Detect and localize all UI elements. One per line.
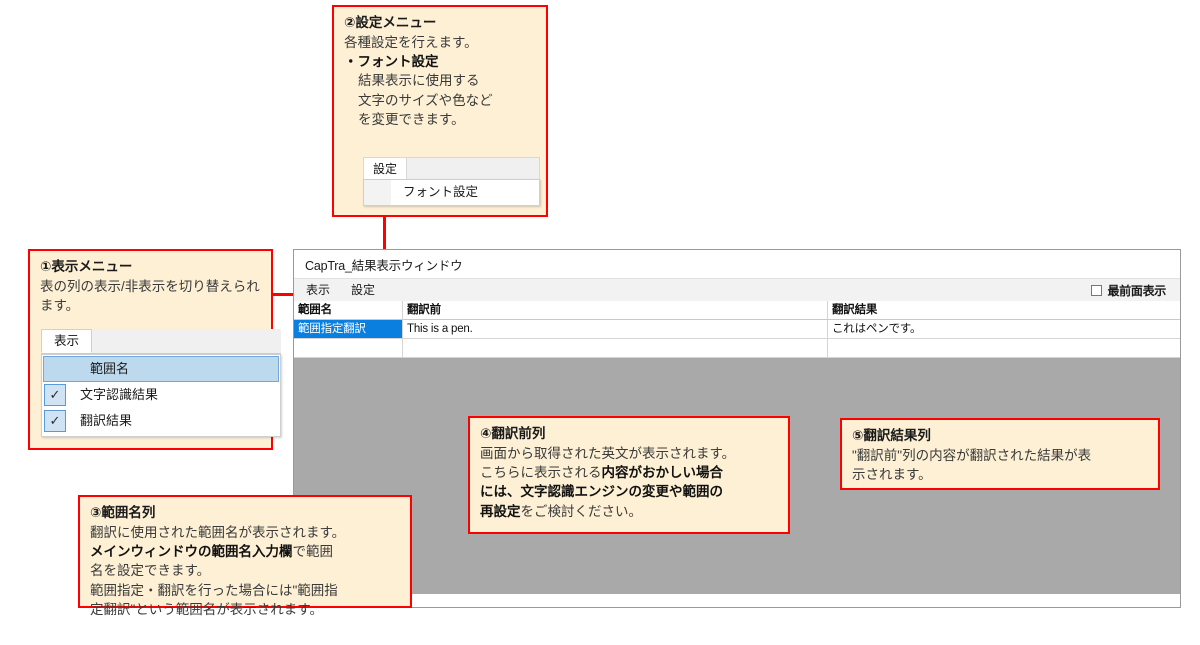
settings-menu-item-font[interactable]: フォント設定 — [391, 184, 478, 202]
cell-source[interactable]: This is a pen. — [403, 320, 828, 339]
callout-settings-line2: ・フォント設定 — [344, 54, 439, 70]
view-menu-item-ocr-result[interactable]: ✓ 文字認識結果 — [42, 382, 280, 408]
table-row[interactable] — [294, 339, 1180, 358]
callout-result-line2: 示されます。 — [852, 467, 932, 483]
topmost-checkbox[interactable] — [1091, 284, 1103, 296]
callout-source-line4-tail: をご検討ください。 — [520, 503, 643, 519]
callout-settings-menu-title: ②設定メニュー — [344, 15, 437, 30]
table-filler — [294, 358, 1180, 367]
table-row[interactable]: 範囲指定翻訳 This is a pen. これはペンです。 — [294, 320, 1180, 339]
view-menu-dropdown: 範囲名 ✓ 文字認識結果 ✓ 翻訳結果 — [41, 354, 281, 437]
settings-menu-tabstrip: 設定 — [363, 157, 540, 179]
topmost-checkbox-group[interactable]: 最前面表示 — [1091, 282, 1180, 299]
callout-result-title: ⑤翻訳結果列 — [852, 428, 931, 443]
window-title-bar: CapTra_結果表示ウィンドウ — [294, 250, 1180, 278]
menu-item-view[interactable]: 表示 — [297, 281, 339, 299]
callout-settings-line4: 文字のサイズや色など — [358, 92, 493, 108]
callout-result-line1: "翻訳前"列の内容が翻訳された結果が表 — [852, 448, 1092, 464]
cell-result[interactable]: これはペンです。 — [828, 320, 1180, 339]
column-header-range-name[interactable]: 範囲名 — [294, 301, 403, 320]
callout-source-line2: こちらに表示される内容がおかしい場合 — [480, 463, 780, 482]
callout-source-column: ④翻訳前列 画面から取得された英文が表示されます。 こちらに表示される内容がおか… — [468, 416, 790, 534]
view-menu-screenshot: 表示 範囲名 ✓ 文字認識結果 ✓ 翻訳結果 — [41, 329, 281, 437]
callout-source-line4-bold: 再設定 — [480, 503, 521, 519]
settings-menu-tab[interactable]: 設定 — [364, 158, 408, 179]
view-menu-item-ocr-result-label: 文字認識結果 — [80, 386, 159, 402]
callout-settings-line5: を変更できます。 — [358, 111, 465, 127]
window-title: CapTra_結果表示ウィンドウ — [305, 258, 463, 273]
settings-menu-dropdown: フォント設定 — [363, 179, 540, 206]
results-table[interactable]: 範囲名 翻訳前 翻訳結果 範囲指定翻訳 This is a pen. これはペン… — [294, 301, 1180, 367]
callout-range-name-line1: 翻訳に使用された範囲名が表示されます。 — [90, 525, 346, 541]
callout-view-menu: ①表示メニュー 表の列の表示/非表示を切り替えられます。 表示 範囲名 ✓ 文字… — [28, 249, 281, 450]
column-header-result[interactable]: 翻訳結果 — [828, 301, 1180, 320]
callout-source-line3: には、文字認識エンジンの変更や範囲の — [480, 482, 780, 501]
view-menu-item-translation-result[interactable]: ✓ 翻訳結果 — [42, 408, 280, 434]
callout-range-name-line2: メインウィンドウの範囲名入力欄で範囲 — [90, 542, 402, 561]
view-menu-item-translation-result-label: 翻訳結果 — [80, 412, 133, 428]
column-header-source[interactable]: 翻訳前 — [403, 301, 828, 320]
cell-range-name[interactable]: 範囲指定翻訳 — [294, 320, 403, 339]
callout-range-name-title: ③範囲名列 — [90, 505, 156, 520]
callout-result-column: ⑤翻訳結果列 "翻訳前"列の内容が翻訳された結果が表 示されます。 — [840, 418, 1160, 490]
topmost-label: 最前面表示 — [1107, 283, 1166, 298]
view-menu-tab[interactable]: 表示 — [41, 329, 93, 353]
window-menu-bar: 表示 設定 最前面表示 — [294, 278, 1180, 301]
menu-item-settings[interactable]: 設定 — [342, 281, 384, 299]
callout-source-line2-bold: 内容がおかしい場合 — [601, 465, 724, 481]
callout-range-name-column: ③範囲名列 翻訳に使用された範囲名が表示されます。 メインウィンドウの範囲名入力… — [78, 495, 412, 617]
view-menu-item-range-name[interactable]: 範囲名 — [43, 356, 279, 382]
callout-source-line3-bold: には、文字認識エンジンの変更や範囲の — [480, 484, 723, 500]
check-icon: ✓ — [44, 410, 66, 432]
callout-source-line4: 再設定をご検討ください。 — [480, 502, 780, 521]
callout-settings-menu: ②設定メニュー 各種設定を行えます。 ・フォント設定 結果表示に使用する 文字の… — [332, 5, 548, 217]
menu-gutter — [364, 180, 391, 205]
view-menu-tabstrip: 表示 — [41, 329, 281, 354]
callout-range-name-line3: 名を設定できます。 — [90, 563, 211, 579]
callout-view-menu-title: ①表示メニュー — [40, 259, 133, 274]
callout-settings-line3: 結果表示に使用する — [358, 73, 480, 89]
cell-range-name[interactable] — [294, 339, 403, 358]
callout-range-name-line4: 範囲指定・翻訳を行った場合には"範囲指 — [90, 582, 338, 598]
callout-range-name-line5: 定翻訳"という範囲名が表示されます。 — [90, 601, 323, 617]
callout-source-line2-pre: こちらに表示される — [480, 465, 602, 481]
callout-source-line1: 画面から取得された英文が表示されます。 — [480, 446, 736, 462]
callout-view-menu-body: 表の列の表示/非表示を切り替えられます。 — [40, 279, 260, 314]
view-menu-item-range-name-label: 範囲名 — [90, 360, 130, 376]
cell-result[interactable] — [828, 339, 1180, 358]
callout-range-name-bold1: メインウィンドウの範囲名入力欄 — [90, 544, 293, 560]
callout-source-title: ④翻訳前列 — [480, 426, 546, 441]
callout-range-name-tail1: で範囲 — [292, 544, 334, 560]
check-icon: ✓ — [44, 384, 66, 406]
table-header-row: 範囲名 翻訳前 翻訳結果 — [294, 301, 1180, 320]
callout-settings-line1: 各種設定を行えます。 — [344, 35, 478, 51]
cell-source[interactable] — [403, 339, 828, 358]
settings-menu-screenshot: 設定 フォント設定 — [363, 157, 540, 206]
